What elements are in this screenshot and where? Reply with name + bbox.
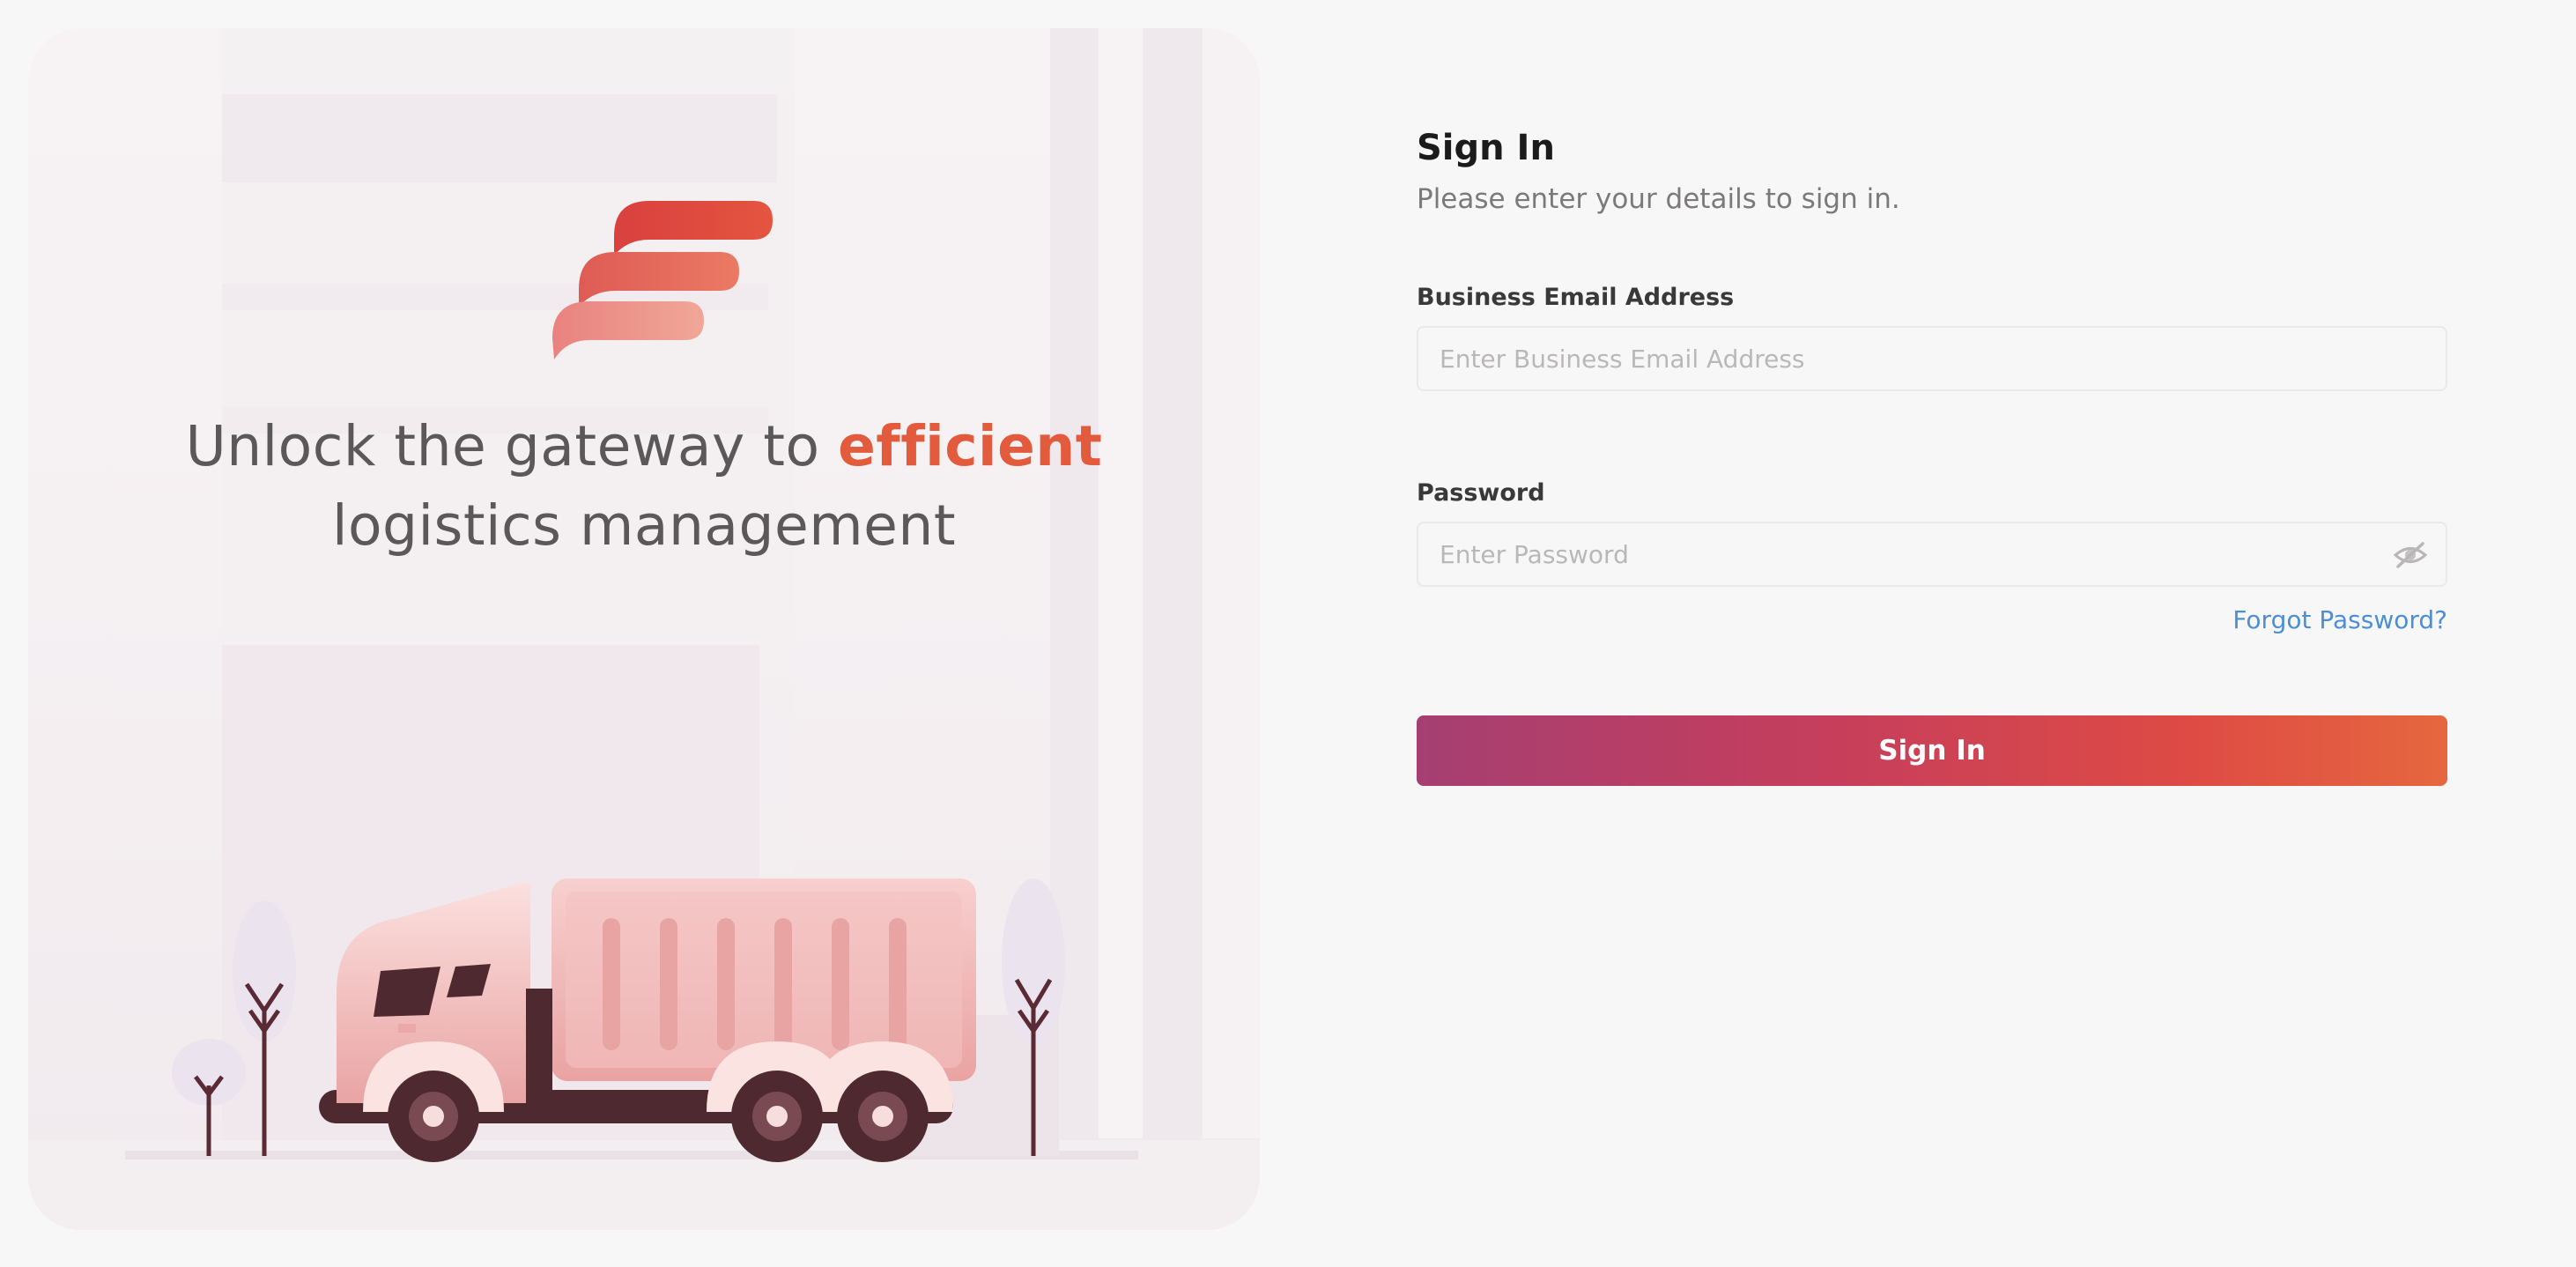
page-title: Sign In bbox=[1417, 128, 1555, 168]
hero-panel: Unlock the gateway to efficient logistic… bbox=[28, 28, 1260, 1230]
page-subtitle: Please enter your details to sign in. bbox=[1417, 183, 1900, 215]
brand-logo-icon bbox=[552, 201, 773, 359]
email-label: Business Email Address bbox=[1417, 284, 1735, 311]
password-field-container bbox=[1417, 522, 2447, 587]
password-label: Password bbox=[1417, 479, 1545, 507]
forgot-password-link[interactable]: Forgot Password? bbox=[2232, 605, 2447, 634]
sign-in-button[interactable]: Sign In bbox=[1417, 715, 2447, 786]
tagline-text-end: logistics management bbox=[331, 493, 957, 558]
truck-illustration bbox=[125, 878, 1138, 1162]
signin-form: Sign In Please enter your details to sig… bbox=[1417, 123, 2447, 786]
email-field-container bbox=[1417, 326, 2447, 391]
forgot-password-row: Forgot Password? bbox=[1417, 603, 2447, 638]
password-field[interactable] bbox=[1418, 523, 2446, 585]
eye-off-icon[interactable] bbox=[2393, 540, 2428, 570]
hero-tagline: Unlock the gateway to efficient logistic… bbox=[81, 407, 1207, 566]
email-field[interactable] bbox=[1418, 328, 2446, 389]
tagline-text-start: Unlock the gateway to bbox=[185, 414, 839, 478]
tagline-accent: efficient bbox=[838, 414, 1103, 478]
